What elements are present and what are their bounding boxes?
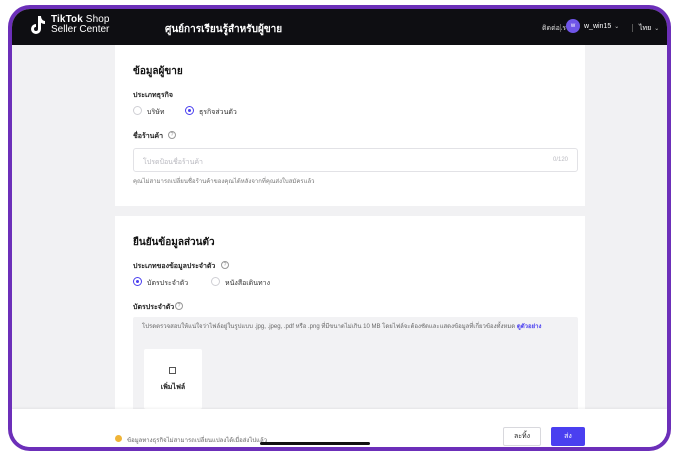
divider: [632, 24, 633, 32]
upload-instructions: โปรดตรวจสอบให้แน่ใจว่าไฟล์อยู่ในรูปแบบ .…: [142, 323, 572, 332]
shop-name-hint: คุณไม่สามารถเปลี่ยนชื่อร้านค้าของคุณได้ห…: [133, 179, 315, 185]
option-individual[interactable]: ธุรกิจส่วนตัว: [199, 107, 237, 118]
radio-company[interactable]: [133, 106, 142, 115]
help-icon[interactable]: ?: [175, 302, 183, 310]
shop-name-label: ชื่อร้านค้า: [133, 133, 164, 140]
radio-individual[interactable]: [185, 106, 194, 115]
home-indicator: [260, 442, 370, 445]
top-navigation-bar: TikTok Shop Seller Center ศูนย์การเรียนร…: [12, 9, 667, 45]
id-type-label: ประเภทของข้อมูลประจำตัว: [133, 263, 216, 270]
logo-subtitle: Seller Center: [51, 24, 110, 35]
screen: TikTok Shop Seller Center ศูนย์การเรียนร…: [12, 9, 667, 447]
shop-name-input[interactable]: โปรดป้อนชื่อร้านค้า 0/120: [133, 148, 578, 172]
warning-text: ข้อมูลทางธุรกิจไม่สามารถเปลี่ยนแปลงได้เม…: [127, 438, 268, 444]
warning-icon: [115, 435, 122, 442]
option-passport[interactable]: หนังสือเดินทาง: [225, 278, 270, 289]
tiktok-shop-logo[interactable]: TikTok Shop Seller Center: [28, 15, 110, 35]
upload-instructions-text: โปรดตรวจสอบให้แน่ใจว่าไฟล์อยู่ในรูปแบบ .…: [142, 324, 516, 330]
page-title: ศูนย์การเรียนรู้สำหรับผู้ขาย: [165, 24, 283, 35]
radio-passport[interactable]: [211, 277, 220, 286]
add-file-button[interactable]: เพิ่มไฟล์: [144, 349, 202, 409]
char-counter: 0/120: [552, 157, 568, 163]
discard-button[interactable]: ละทิ้ง: [503, 427, 541, 446]
shop-name-placeholder: โปรดป้อนชื่อร้านค้า: [143, 159, 203, 166]
image-icon: [169, 367, 176, 374]
device-frame: TikTok Shop Seller Center ศูนย์การเรียนร…: [8, 5, 671, 451]
option-id-card[interactable]: บัตรประจำตัว: [147, 278, 188, 289]
language-label: ไทย: [639, 25, 652, 32]
help-icon[interactable]: ?: [221, 261, 229, 269]
divider: [560, 24, 561, 32]
help-icon[interactable]: ?: [168, 131, 176, 139]
upload-area: โปรดตรวจสอบให้แน่ใจว่าไฟล์อยู่ในรูปแบบ .…: [133, 317, 578, 413]
avatar[interactable]: w: [566, 19, 580, 33]
identity-title: ยืนยันข้อมูลส่วนตัว: [133, 237, 215, 248]
chevron-down-icon: ⌄: [654, 26, 660, 32]
seller-info-title: ข้อมูลผู้ขาย: [133, 66, 183, 77]
business-type-label: ประเภทธุรกิจ: [133, 92, 173, 99]
username: w_win15: [584, 23, 612, 30]
radio-id-card[interactable]: [133, 277, 142, 286]
chevron-down-icon: ⌄: [614, 24, 620, 30]
submit-button[interactable]: ส่ง: [551, 427, 585, 446]
view-example-link[interactable]: ดูตัวอย่าง: [517, 324, 542, 330]
id-card-label: บัตรประจำตัว: [133, 304, 175, 311]
tiktok-note-icon: [28, 15, 46, 35]
user-menu[interactable]: w_win15 ⌄: [584, 23, 619, 30]
option-company[interactable]: บริษัท: [147, 107, 164, 118]
add-file-label: เพิ่มไฟล์: [160, 384, 186, 391]
logo-text: TikTok Shop Seller Center: [51, 15, 110, 35]
language-selector[interactable]: ไทย ⌄: [639, 23, 659, 34]
